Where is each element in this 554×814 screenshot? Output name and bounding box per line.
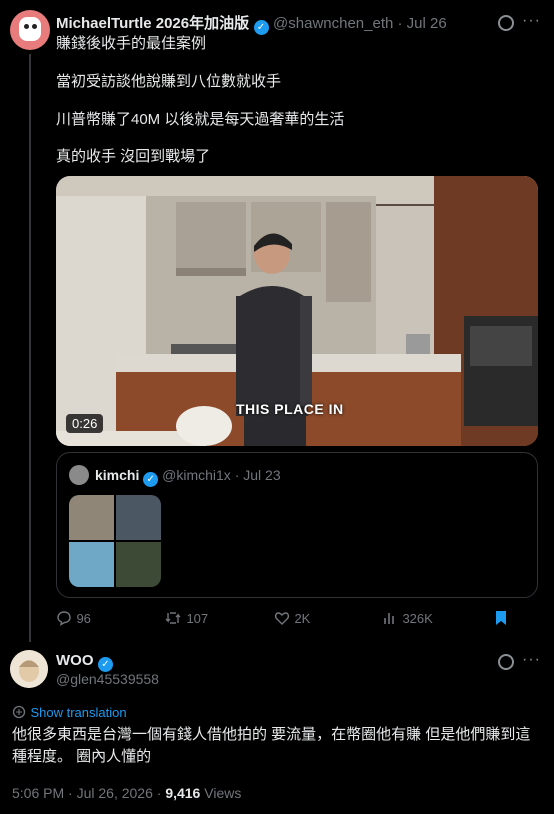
quote-image-3[interactable] [69, 542, 114, 587]
quote-handle-date: @kimchi1x · Jul 23 [162, 467, 281, 483]
reply-handle[interactable]: @glen45539558 [56, 671, 159, 687]
show-translation[interactable]: Show translation [12, 704, 127, 722]
action-bar: 96 107 2K 326K [56, 610, 526, 630]
reply-timestamp[interactable]: 5:06 PM · Jul 26, 2026 · [12, 785, 165, 801]
views-count: 326K [402, 611, 433, 626]
reply-button[interactable]: 96 [56, 610, 91, 628]
avatar-eye-icon [24, 24, 29, 29]
bookmark-button[interactable] [494, 610, 508, 631]
like-button[interactable]: 2K [274, 610, 310, 628]
like-icon [274, 612, 290, 625]
reply-author-name[interactable]: WOO [56, 652, 94, 669]
author-name[interactable]: MichaelTurtle 2026年加油版 [56, 15, 249, 32]
video-player[interactable]: THIS PLACE IN 0:26 [56, 176, 538, 446]
reply-views-label: Views [200, 785, 242, 801]
retweet-icon [165, 612, 181, 624]
reply-text: 他很多東西是台灣一個有錢人借他拍的 要流量，在幣圈他有賺 但是他們賺到這種程度。… [12, 726, 531, 765]
quote-image-1[interactable] [69, 495, 114, 540]
verified-icon: ✓ [253, 20, 269, 35]
views-icon [384, 613, 394, 624]
turtle-face-icon [19, 17, 41, 41]
like-count: 2K [294, 611, 311, 626]
tweet-line-2: 當初受訪談他說賺到八位數就收手 [56, 73, 282, 90]
grok-icon[interactable] [498, 654, 514, 670]
quoted-tweet[interactable]: kimchi ✓ @kimchi1x · Jul 23 [56, 452, 538, 598]
reply-views-count: 9,416 [165, 785, 201, 801]
quote-author-name: kimchi [95, 467, 140, 483]
quote-image-grid[interactable] [69, 495, 161, 587]
views-button[interactable]: 326K [382, 610, 433, 628]
author-avatar[interactable] [10, 10, 50, 50]
avatar-eye-icon [32, 24, 37, 29]
video-caption: THIS PLACE IN [236, 401, 344, 417]
verified-icon: ✓ [97, 657, 113, 672]
quote-image-4[interactable] [116, 542, 161, 587]
thread-line [29, 54, 31, 642]
more-options-icon[interactable]: ··· [522, 651, 541, 669]
verified-icon: ✓ [143, 472, 159, 487]
reply-avatar[interactable] [10, 650, 48, 688]
reply-meta: 5:06 PM · Jul 26, 2026 · 9,416 Views [12, 785, 241, 801]
tweet-header: MichaelTurtle 2026年加油版 ✓ @shawnchen_eth … [56, 12, 496, 35]
grok-icon[interactable] [498, 15, 514, 31]
tweet-line-4: 真的收手 沒回到戰場了 [56, 148, 211, 165]
reply-avatar-face [10, 650, 48, 688]
author-handle-date[interactable]: @shawnchen_eth · Jul 26 [273, 15, 447, 32]
reply-icon [57, 611, 71, 626]
translate-icon [12, 705, 26, 719]
bookmark-icon [496, 611, 506, 625]
quote-image-2[interactable] [116, 495, 161, 540]
quote-avatar [69, 465, 89, 485]
tweet-line-3: 川普幣賺了40M 以後就是每天過奢華的生活 [56, 111, 345, 128]
tweet-line-1: 賺錢後收手的最佳案例 [56, 35, 207, 52]
reply-header: WOO ✓ [56, 652, 113, 672]
reply-count: 96 [76, 611, 91, 626]
more-options-icon[interactable]: ··· [522, 12, 541, 30]
retweet-count: 107 [186, 611, 209, 626]
retweet-button[interactable]: 107 [164, 610, 208, 628]
show-translation-link[interactable]: Show translation [30, 705, 126, 720]
video-duration: 0:26 [66, 414, 104, 433]
